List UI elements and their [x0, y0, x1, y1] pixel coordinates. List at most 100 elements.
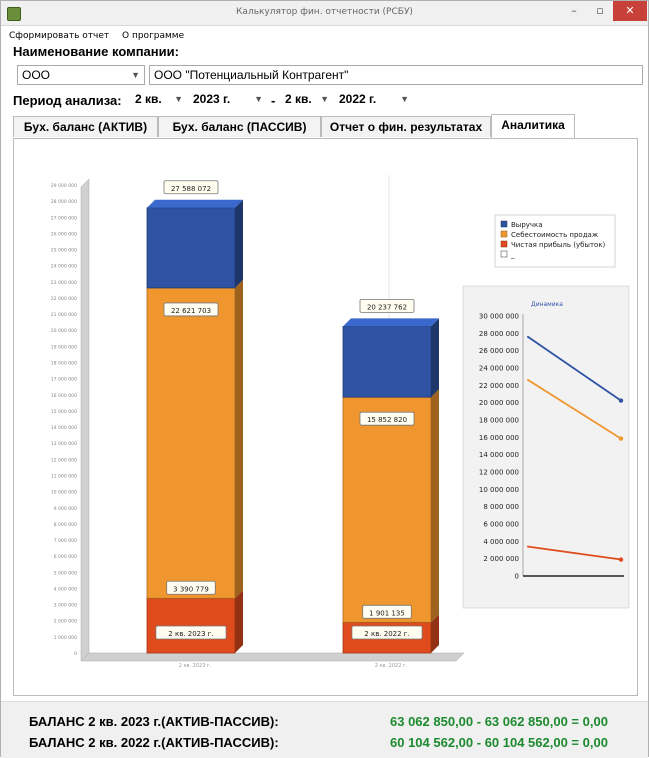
company-type-select[interactable]: ООО ▼: [17, 65, 145, 85]
y-tick-label: 7 000 000: [54, 538, 77, 544]
y-tick-label: 27 000 000: [51, 215, 77, 221]
y-tick-label: 8 000 000: [54, 522, 77, 528]
tab-balance-liabilities[interactable]: Бух. баланс (ПАССИВ): [158, 116, 321, 137]
bar-segment-side: [235, 279, 243, 599]
period-to-quarter-value: 2 кв.: [285, 92, 312, 106]
y-tick-label: 5 000 000: [54, 570, 77, 576]
y-tick-label: 23 000 000: [51, 280, 77, 286]
inset-y-tick-label: 28 000 000: [479, 330, 519, 338]
chevron-down-icon: ▼: [131, 70, 140, 80]
y-tick-label: 12 000 000: [51, 457, 77, 463]
inset-y-tick-label: 12 000 000: [479, 469, 519, 477]
inset-y-tick-label: 16 000 000: [479, 434, 519, 442]
legend-swatch: [500, 240, 508, 248]
bar-segment: [146, 207, 236, 289]
company-name-field[interactable]: ООО "Потенциальный Контрагент": [149, 65, 643, 85]
period-from-year-select[interactable]: 2023 г. ▼: [189, 90, 267, 110]
inset-y-tick-label: 22 000 000: [479, 382, 519, 390]
period-to-year-value: 2022 г.: [339, 92, 377, 106]
bar-segment-top: [147, 199, 243, 208]
y-tick-label: 11 000 000: [51, 473, 77, 479]
x-tick-label: 2 кв. 2022 г.: [375, 663, 408, 669]
x-tick-label: 2 кв. 2023 г.: [179, 663, 212, 669]
bar-label-top: 27 588 072: [171, 185, 211, 193]
chart-side-wall: [80, 178, 90, 662]
period-from-quarter-value: 2 кв.: [135, 92, 162, 106]
y-tick-label: 20 000 000: [51, 328, 77, 334]
period-to-quarter-select[interactable]: 2 кв. ▼: [281, 90, 333, 110]
legend-label: Себестоимость продаж: [511, 231, 599, 239]
legend-label: _: [510, 251, 515, 259]
y-tick-label: 0: [74, 651, 77, 657]
legend-swatch: [500, 250, 508, 258]
company-type-value: ООО: [22, 68, 51, 82]
period-dash: -: [271, 93, 276, 108]
bar-segment-top: [343, 318, 439, 327]
menu-item-report[interactable]: Сформировать отчет: [9, 31, 109, 41]
chevron-down-icon: ▼: [320, 94, 329, 104]
bar-label-middle: 15 852 820: [367, 416, 407, 424]
chevron-down-icon: ▼: [400, 94, 409, 104]
inset-y-tick-label: 30 000 000: [479, 313, 519, 321]
legend-swatch: [500, 220, 508, 228]
balance-2022-label: БАЛАНС 2 кв. 2022 г.(АКТИВ-ПАССИВ):: [29, 735, 279, 750]
company-name-value: ООО "Потенциальный Контрагент": [154, 68, 349, 82]
tab-analytics[interactable]: Аналитика: [491, 114, 575, 138]
legend-swatch: [500, 230, 508, 238]
y-tick-label: 13 000 000: [51, 441, 77, 447]
period-label: Период анализа:: [13, 93, 122, 108]
y-tick-label: 9 000 000: [54, 506, 77, 512]
tab-balance-assets[interactable]: Бух. баланс (АКТИВ): [13, 116, 158, 137]
inset-y-tick-label: 6 000 000: [483, 521, 519, 529]
bar-label-bottom: 3 390 779: [173, 585, 209, 593]
y-tick-label: 22 000 000: [51, 296, 77, 302]
company-label: Наименование компании:: [13, 44, 179, 59]
y-tick-label: 19 000 000: [51, 344, 77, 350]
period-to-year-select[interactable]: 2022 г. ▼: [335, 90, 413, 110]
window-title: Калькулятор фин. отчетности (РСБУ): [236, 7, 413, 17]
close-button[interactable]: ✕: [613, 1, 647, 21]
inset-series-point: [618, 557, 624, 562]
y-tick-label: 16 000 000: [51, 393, 77, 399]
tab-financial-results[interactable]: Отчет о фин. результатах: [321, 116, 491, 137]
inset-y-tick-label: 24 000 000: [479, 365, 519, 373]
y-tick-label: 6 000 000: [54, 554, 77, 560]
inset-y-tick-label: 8 000 000: [483, 503, 519, 511]
y-tick-label: 26 000 000: [51, 231, 77, 237]
period-from-quarter-select[interactable]: 2 кв. ▼: [131, 90, 187, 110]
bar-segment: [342, 396, 432, 623]
y-tick-label: 18 000 000: [51, 361, 77, 367]
y-tick-label: 21 000 000: [51, 312, 77, 318]
inset-chart-title: Динамика: [531, 301, 563, 308]
inset-y-tick-label: 26 000 000: [479, 347, 519, 355]
bar-label-middle: 22 621 703: [171, 307, 211, 315]
inset-y-tick-label: 4 000 000: [483, 538, 519, 546]
y-tick-label: 17 000 000: [51, 377, 77, 383]
bar-label-bottom: 1 901 135: [369, 609, 405, 617]
period-from-year-value: 2023 г.: [193, 92, 231, 106]
y-tick-label: 2 000 000: [54, 619, 77, 625]
bar-segment-side: [431, 318, 439, 398]
inset-y-tick-label: 18 000 000: [479, 417, 519, 425]
y-tick-label: 10 000 000: [51, 490, 77, 496]
title-bar: Калькулятор фин. отчетности (РСБУ) – ▫ ✕: [1, 1, 648, 26]
minimize-button[interactable]: –: [561, 1, 587, 21]
balance-2023-label: БАЛАНС 2 кв. 2023 г.(АКТИВ-ПАССИВ):: [29, 714, 279, 729]
app-window: Калькулятор фин. отчетности (РСБУ) – ▫ ✕…: [0, 0, 649, 758]
bar-segment-side: [235, 199, 243, 288]
y-tick-label: 29 000 000: [51, 183, 77, 189]
bar-segment-side: [431, 389, 439, 623]
y-tick-label: 1 000 000: [54, 635, 77, 641]
inset-series-point: [527, 378, 529, 381]
inset-series-point: [527, 335, 529, 338]
menu-item-about[interactable]: О программе: [122, 31, 184, 41]
inset-y-tick-label: 20 000 000: [479, 399, 519, 407]
maximize-button[interactable]: ▫: [587, 1, 613, 21]
balance-2022-value: 60 104 562,00 - 60 104 562,00 = 0,00: [390, 735, 608, 750]
y-tick-label: 24 000 000: [51, 264, 77, 270]
bar-label-base: 2 кв. 2023 г.: [168, 630, 213, 638]
bar-label-base: 2 кв. 2022 г.: [364, 630, 409, 638]
inset-series-point: [618, 436, 624, 441]
inset-y-tick-label: 14 000 000: [479, 451, 519, 459]
bar-segment-side: [235, 590, 243, 653]
